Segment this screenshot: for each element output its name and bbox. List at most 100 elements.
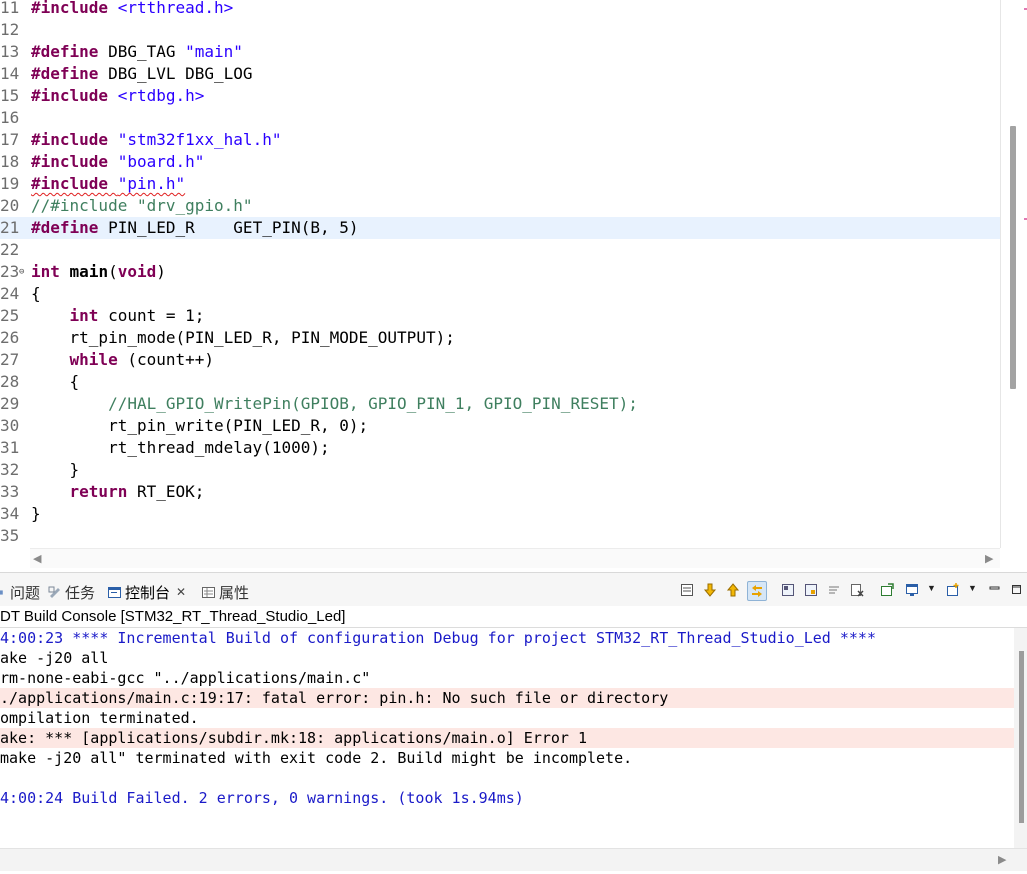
code-line[interactable]: 19 #include "pin.h" (0, 173, 1000, 195)
tab-problems-label: 问题 (10, 584, 41, 602)
next-error-icon[interactable] (701, 581, 719, 599)
save-log-icon[interactable] (802, 581, 820, 599)
code-line[interactable]: 16 (0, 107, 1000, 129)
code-line[interactable]: 33 return RT_EOK; (0, 481, 1000, 503)
editor-scroll-thumb[interactable] (1010, 126, 1016, 389)
code-line[interactable]: 31 rt_thread_mdelay(1000); (0, 437, 1000, 459)
panel-tab-bar: 问题 任务 控制台 ✕ 属性 ▼ ▼ (0, 572, 1027, 607)
code-line[interactable]: 13 #define DBG_TAG "main" (0, 41, 1000, 63)
code-text: #include <rtthread.h> (31, 0, 233, 19)
code-text: #include "pin.h" (31, 173, 185, 195)
code-line[interactable]: 26 rt_pin_mode(PIN_LED_R, PIN_MODE_OUTPU… (0, 327, 1000, 349)
code-token: "pin.h" (117, 174, 186, 193)
line-number: 34 (0, 504, 20, 523)
previous-error-icon[interactable] (724, 581, 742, 599)
code-token: #include (31, 86, 109, 105)
code-line[interactable]: 25 int count = 1; (0, 305, 1000, 327)
properties-icon (202, 586, 215, 598)
tab-console[interactable]: 控制台 ✕ (108, 582, 186, 602)
scroll-right-arrow-icon[interactable]: ▶ (998, 853, 1006, 866)
code-token: <rtthread.h> (117, 0, 234, 17)
code-line[interactable]: 14 #define DBG_LVL DBG_LOG (0, 63, 1000, 85)
code-area[interactable]: 11 #include <rtthread.h> 12 13 #define DBG_T… (0, 0, 1000, 547)
line-number: 20 (0, 196, 20, 215)
tab-properties[interactable]: 属性 (202, 582, 249, 602)
line-number: 25 (0, 306, 20, 325)
code-line[interactable]: 28 { (0, 371, 1000, 393)
code-text: return RT_EOK; (31, 481, 205, 503)
code-token: "main" (185, 42, 243, 61)
code-token: } (31, 460, 80, 479)
editor-horizontal-scrollbar[interactable]: ◀ ▶ (30, 548, 1000, 568)
editor-vertical-scrollbar[interactable] (1000, 0, 1027, 548)
tab-tasks-label: 任务 (65, 584, 96, 602)
code-line[interactable]: 11 #include <rtthread.h> (0, 0, 1000, 19)
line-number: 21 (0, 218, 20, 237)
line-number: 13 (0, 42, 20, 61)
code-token: #define (31, 42, 99, 61)
code-text: { (31, 371, 80, 393)
open-console-dropdown-icon[interactable]: ▼ (968, 583, 977, 593)
code-token: #include (31, 130, 109, 149)
code-token: DBG_LVL DBG_LOG (98, 64, 253, 83)
tab-problems[interactable]: 问题 (0, 582, 40, 602)
console-list-icon[interactable] (678, 581, 696, 599)
code-token: (count++) (117, 350, 215, 369)
code-token: PIN_LED_R GET_PIN(B, 5) (98, 218, 359, 237)
display-console-icon[interactable] (903, 581, 921, 599)
code-token: #include (31, 174, 109, 193)
code-line[interactable]: 29 //HAL_GPIO_WritePin(GPIOB, GPIO_PIN_1… (0, 393, 1000, 415)
console-line: ake -j20 all (0, 649, 109, 667)
word-wrap-icon[interactable] (825, 581, 843, 599)
code-token: #include (31, 152, 109, 171)
code-line[interactable]: 23 ⊖ int main(void) (0, 261, 1000, 283)
code-editor[interactable]: 11 #include <rtthread.h> 12 13 #define DBG_T… (0, 0, 1027, 568)
maximize-icon[interactable] (1008, 581, 1026, 599)
code-line[interactable]: 30 rt_pin_write(PIN_LED_R, 0); (0, 415, 1000, 437)
code-token: { (31, 372, 80, 391)
pin-console-icon[interactable] (878, 581, 896, 599)
code-line[interactable]: 27 while (count++) (0, 349, 1000, 371)
code-line[interactable]: 21 #define PIN_LED_R GET_PIN(B, 5) (0, 217, 1000, 239)
console-output[interactable]: 4:00:23 **** Incremental Build of config… (0, 628, 1014, 848)
console-vertical-scrollbar[interactable] (1014, 628, 1027, 848)
code-line[interactable]: 15 #include <rtdbg.h> (0, 85, 1000, 107)
code-line[interactable]: 18 #include "board.h" (0, 151, 1000, 173)
code-text: while (count++) (31, 349, 215, 371)
code-token: ( (108, 262, 118, 281)
clear-console-icon[interactable] (848, 581, 866, 599)
code-line[interactable]: 32 } (0, 459, 1000, 481)
code-line[interactable]: 34} (0, 503, 1000, 525)
code-line[interactable]: 24 { (0, 283, 1000, 305)
code-text: rt_thread_mdelay(1000); (31, 437, 330, 459)
minimize-icon[interactable] (986, 581, 1004, 599)
line-number: 28 (0, 372, 20, 391)
line-number: 27 (0, 350, 20, 369)
code-line[interactable]: 22 (0, 239, 1000, 261)
toggle-scroll-lock-icon[interactable] (747, 581, 767, 601)
line-number: 18 (0, 152, 20, 171)
code-line[interactable]: 35 (0, 525, 1000, 547)
code-token: //HAL_GPIO_WritePin(GPIOB, GPIO_PIN_1, G… (108, 394, 638, 413)
fold-toggle-icon[interactable]: ⊖ (19, 261, 24, 283)
close-icon[interactable]: ✕ (176, 585, 186, 599)
line-number: 11 (0, 0, 20, 17)
console-horizontal-scrollbar[interactable]: ▶ (0, 848, 1027, 871)
line-number: 33 (0, 482, 20, 501)
console-error-line: ./applications/main.c:19:17: fatal error… (0, 688, 1014, 708)
scroll-left-arrow-icon[interactable]: ◀ (33, 552, 41, 565)
scroll-right-arrow-icon[interactable]: ▶ (985, 552, 993, 565)
copy-build-log-icon[interactable] (779, 581, 797, 599)
console-scroll-thumb[interactable] (1019, 651, 1024, 823)
display-console-dropdown-icon[interactable]: ▼ (927, 583, 936, 593)
code-token: while (69, 350, 118, 369)
code-token: #define (31, 64, 99, 83)
code-line[interactable]: 12 (0, 19, 1000, 41)
open-console-icon[interactable] (944, 581, 962, 599)
code-line[interactable]: 20 //#include "drv_gpio.h" (0, 195, 1000, 217)
code-line[interactable]: 17 #include "stm32f1xx_hal.h" (0, 129, 1000, 151)
tab-tasks[interactable]: 任务 (48, 582, 95, 602)
